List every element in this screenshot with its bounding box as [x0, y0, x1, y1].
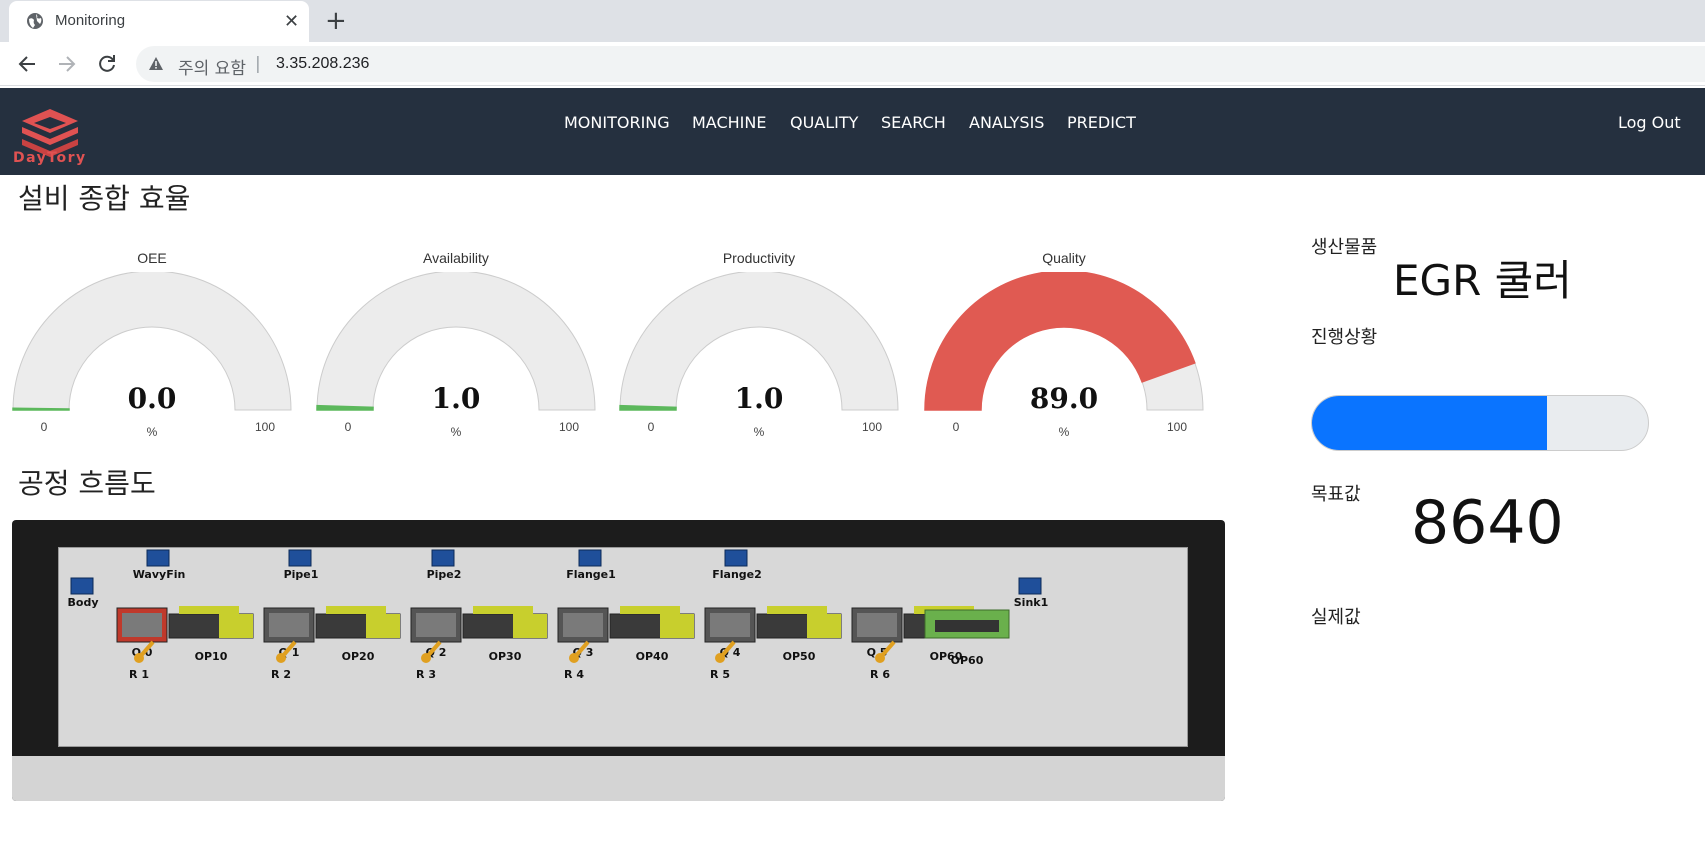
conveyor-segment	[807, 614, 841, 638]
conveyor-cover	[473, 606, 533, 614]
globe-icon	[27, 13, 43, 29]
process-flow-image: Q 0Q 1Q 2Q 3Q 4Q 5 OP10 OP20 OP30 OP40 OP50 OP…	[12, 520, 1225, 801]
process-flow-diagram: Q 0Q 1Q 2Q 3Q 4Q 5OP10 OP20 OP30 OP40 OP50 OP…	[68, 549, 1049, 681]
source-node	[288, 549, 312, 567]
gauge-productivity: Productivity 1.0 0 100 %	[619, 250, 899, 450]
queue-inner	[122, 613, 162, 637]
source-node	[431, 549, 455, 567]
oee-section-title: 설비 종합 효율	[18, 182, 191, 215]
product-name: EGR 쿨러	[1393, 256, 1572, 305]
plus-icon[interactable]: +	[325, 6, 347, 36]
address-separator: |	[255, 54, 261, 74]
progress-fill	[1312, 396, 1548, 450]
browser-tab[interactable]: Monitoring ✕	[9, 1, 309, 42]
browser-toolbar: 주의 요함 | 3.35.208.236	[0, 42, 1705, 86]
source-label: Body	[68, 596, 99, 609]
gauge-unit: %	[146, 425, 158, 439]
gauge-value: 1.0	[734, 382, 784, 415]
gauge-value: 1.0	[431, 382, 481, 415]
queue-inner	[857, 613, 897, 637]
address-bar[interactable]: 주의 요함 | 3.35.208.236	[136, 46, 1705, 82]
conveyor-cover	[326, 606, 386, 614]
robot-label: R 6	[870, 668, 890, 681]
conveyor-cover	[767, 606, 827, 614]
progress-label: 진행상황	[1311, 327, 1378, 348]
logo-text: DayTory	[13, 150, 87, 166]
source-node	[1018, 577, 1042, 595]
source-label: Sink1	[1014, 596, 1049, 609]
gauge-label: Productivity	[722, 250, 796, 266]
op-label: OP30	[489, 650, 522, 663]
flow-section-title: 공정 흐름도	[18, 467, 156, 500]
robot-label: R 2	[271, 668, 291, 681]
queue-inner	[710, 613, 750, 637]
browser-tabstrip: Monitoring ✕ +	[0, 0, 1705, 42]
target-label: 목표값	[1311, 484, 1361, 505]
conveyor-cover	[620, 606, 680, 614]
source-label: Pipe1	[284, 568, 319, 581]
gauge-quality: Quality 89.0 0 100 %	[924, 250, 1204, 450]
gauge-unit: %	[450, 425, 462, 439]
target-value: 8640	[1411, 488, 1564, 558]
nav-search[interactable]: SEARCH	[881, 113, 946, 132]
conveyor-segment	[219, 614, 253, 638]
source-label: Pipe2	[427, 568, 462, 581]
source-label: Flange2	[712, 568, 762, 581]
flow-screen: Q 0Q 1Q 2Q 3Q 4Q 5 OP10 OP20 OP30 OP40 OP50 OP…	[58, 547, 1188, 747]
url-text[interactable]: 3.35.208.236	[276, 55, 369, 73]
gauge-label: Availability	[423, 250, 489, 266]
gauge-unit: %	[1058, 425, 1070, 439]
source-node	[578, 549, 602, 567]
op-label: OP20	[342, 650, 375, 663]
source-node	[70, 577, 94, 595]
conveyor-segment	[366, 614, 400, 638]
forward-arrow-icon[interactable]	[56, 53, 78, 75]
op-label: OP40	[636, 650, 669, 663]
gauge-label: OEE	[137, 250, 167, 266]
robot-label: R 3	[416, 668, 436, 681]
nav-quality[interactable]: QUALITY	[790, 113, 858, 132]
op-label: OP50	[783, 650, 816, 663]
conveyor-cover	[179, 606, 239, 614]
op-label: OP60	[951, 654, 984, 667]
machine-op60-body	[935, 620, 999, 632]
gauge-availability: Availability 1.0 0 100 %	[316, 250, 596, 450]
back-arrow-icon[interactable]	[16, 53, 38, 75]
product-label: 생산물품	[1311, 237, 1378, 258]
nav-predict[interactable]: PREDICT	[1067, 113, 1136, 132]
warning-icon	[149, 57, 163, 70]
gauge-value: 89.0	[1029, 382, 1099, 415]
actual-label: 실제값	[1311, 607, 1361, 628]
queue-inner	[269, 613, 309, 637]
nav-machine[interactable]: MACHINE	[692, 113, 766, 132]
progress-bar	[1311, 395, 1649, 451]
robot-label: R 5	[710, 668, 730, 681]
logout-link[interactable]: Log Out	[1618, 113, 1681, 132]
security-warning[interactable]: 주의 요함	[178, 54, 246, 79]
tab-title: Monitoring	[55, 12, 126, 29]
app-navbar: DayTory MONITORING MACHINE QUALITY SEARC…	[0, 88, 1705, 175]
flow-floor	[12, 756, 1225, 801]
source-node	[724, 549, 748, 567]
robot-label: R 1	[129, 668, 149, 681]
source-label: WavyFin	[133, 568, 186, 581]
gauge-unit: %	[753, 425, 765, 439]
close-icon[interactable]: ✕	[284, 11, 299, 32]
gauge-label: Quality	[1042, 250, 1086, 266]
op-label: OP10	[195, 650, 228, 663]
robot-label: R 4	[564, 668, 584, 681]
reload-icon[interactable]	[96, 53, 118, 75]
source-label: Flange1	[566, 568, 616, 581]
gauge-value: 0.0	[127, 382, 177, 415]
nav-monitoring[interactable]: MONITORING	[564, 113, 670, 132]
queue-inner	[563, 613, 603, 637]
gauge-oee: OEE 0.0 0 100 %	[12, 250, 292, 450]
queue-inner	[416, 613, 456, 637]
source-node	[146, 549, 170, 567]
nav-analysis[interactable]: ANALYSIS	[969, 113, 1044, 132]
conveyor-segment	[660, 614, 694, 638]
conveyor-segment	[513, 614, 547, 638]
